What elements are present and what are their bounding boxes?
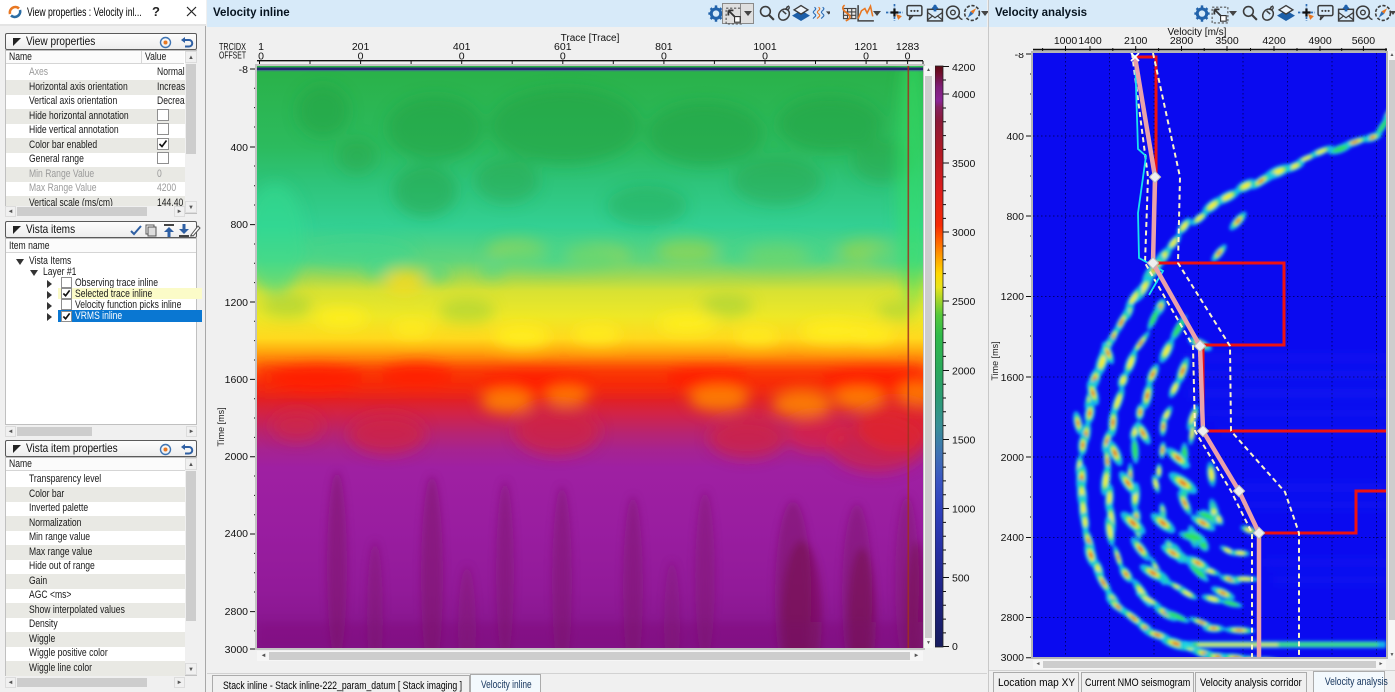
svg-text:400: 400 bbox=[1006, 131, 1024, 143]
svg-text:4000: 4000 bbox=[952, 89, 976, 101]
svg-text:2500: 2500 bbox=[952, 296, 976, 308]
svg-text:Time [ms]: Time [ms] bbox=[216, 407, 226, 446]
svg-text:OFFSET: OFFSET bbox=[219, 51, 246, 62]
svg-text:4200: 4200 bbox=[952, 62, 976, 74]
svg-text:2100: 2100 bbox=[1124, 35, 1148, 47]
svg-text:1000: 1000 bbox=[1054, 35, 1078, 47]
svg-text:3000: 3000 bbox=[1001, 652, 1025, 663]
svg-text:2000: 2000 bbox=[225, 451, 249, 463]
svg-text:4900: 4900 bbox=[1308, 35, 1332, 47]
svg-text:2400: 2400 bbox=[1001, 532, 1025, 544]
svg-text:3500: 3500 bbox=[952, 158, 976, 170]
svg-text:1400: 1400 bbox=[1078, 35, 1102, 47]
svg-text:400: 400 bbox=[230, 142, 248, 154]
svg-text:1600: 1600 bbox=[1001, 372, 1025, 384]
svg-text:800: 800 bbox=[230, 219, 248, 231]
svg-text:500: 500 bbox=[952, 573, 970, 585]
svg-text:3000: 3000 bbox=[952, 227, 976, 239]
svg-text:2400: 2400 bbox=[225, 528, 249, 540]
svg-text:2000: 2000 bbox=[952, 366, 976, 378]
svg-text:2000: 2000 bbox=[1001, 452, 1025, 464]
svg-text:-8: -8 bbox=[1015, 53, 1024, 61]
svg-text:2800: 2800 bbox=[1170, 35, 1194, 47]
svg-text:3000: 3000 bbox=[225, 644, 249, 656]
svg-text:-8: -8 bbox=[239, 66, 248, 76]
svg-text:2800: 2800 bbox=[1001, 612, 1025, 624]
svg-text:1200: 1200 bbox=[225, 297, 249, 309]
svg-text:1500: 1500 bbox=[952, 435, 976, 447]
svg-text:4200: 4200 bbox=[1262, 35, 1286, 47]
svg-text:800: 800 bbox=[1006, 211, 1024, 223]
svg-text:0: 0 bbox=[952, 641, 958, 653]
svg-text:Time [ms]: Time [ms] bbox=[990, 341, 1000, 380]
svg-text:1200: 1200 bbox=[1001, 291, 1025, 303]
svg-text:5600: 5600 bbox=[1352, 35, 1376, 47]
svg-text:1600: 1600 bbox=[225, 374, 249, 386]
svg-text:2800: 2800 bbox=[225, 606, 249, 618]
svg-text:1000: 1000 bbox=[952, 504, 976, 516]
svg-text:3500: 3500 bbox=[1215, 35, 1239, 47]
